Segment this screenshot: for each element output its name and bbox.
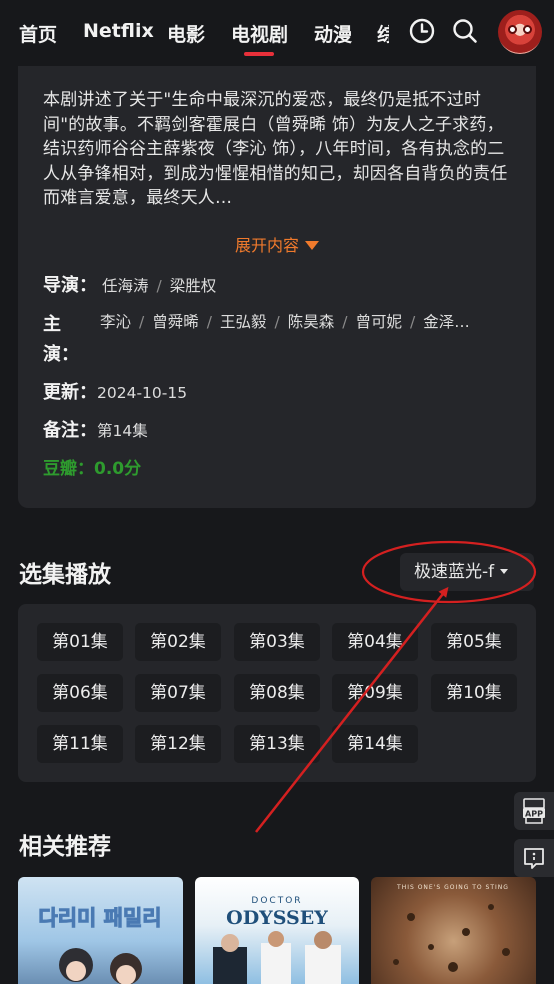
cast-list: 李沁 / 曾舜晞 / 王弘毅 / 陈昊森 / 曾可妮 / 金泽… — [100, 313, 470, 331]
cast-name[interactable]: 陈昊森 — [288, 313, 335, 331]
svg-text:ODYSSEY: ODYSSEY — [226, 907, 328, 929]
search-icon[interactable] — [451, 17, 479, 45]
cast-name[interactable]: 曾可妮 — [356, 313, 403, 331]
poster-art: DOCTOR ODYSSEY — [213, 896, 341, 984]
app-text: APP — [525, 810, 543, 819]
recommend-poster[interactable]: 다리미 패밀리 — [18, 877, 183, 984]
cast-name[interactable]: 李沁 — [100, 313, 131, 331]
poster-art: 다리미 패밀리 — [38, 906, 162, 984]
cast-name[interactable]: 曾舜晞 — [152, 313, 199, 331]
episode-button[interactable]: 第13集 — [234, 725, 320, 763]
message-icon — [524, 848, 544, 869]
updated-row: 更新：2024-10-15 — [43, 378, 187, 404]
user-avatar[interactable] — [498, 10, 542, 54]
director-name[interactable]: 梁胜权 — [170, 277, 217, 295]
episode-button[interactable]: 第05集 — [431, 623, 517, 661]
history-clock-icon[interactable] — [408, 17, 436, 45]
updated-date: 2024-10-15 — [97, 384, 188, 402]
svg-text:DOCTOR: DOCTOR — [251, 896, 302, 906]
updated-label: 更新： — [43, 382, 97, 403]
chevron-down-icon — [500, 569, 509, 574]
app-icon: APP — [523, 798, 545, 824]
expand-label: 展开内容 — [234, 236, 299, 255]
episode-button[interactable]: 第09集 — [332, 674, 418, 712]
nav-tab-home[interactable]: 首页 — [19, 20, 57, 47]
episode-button[interactable]: 第03集 — [234, 623, 320, 661]
director-row: 导演： 任海涛 / 梁胜权 — [43, 275, 217, 296]
episode-button[interactable]: 第10集 — [431, 674, 517, 712]
recommend-poster[interactable]: THIS ONE'S GOING TO STING — [371, 877, 536, 984]
drama-info-card: 本剧讲述了关于"生命中最深沉的爱恋，最终仍是抵不过时间"的故事。不羁剑客霍展白（… — [18, 66, 536, 508]
note-row: 备注：第14集 — [43, 416, 148, 442]
nav-tab-tv-series[interactable]: 电视剧 — [231, 20, 288, 47]
episode-button[interactable]: 第01集 — [37, 623, 123, 661]
douban-label: 豆瓣： — [43, 459, 94, 479]
feedback-button[interactable] — [514, 839, 554, 877]
recommend-section-title: 相关推荐 — [19, 834, 111, 860]
episode-button[interactable]: 第02集 — [135, 623, 221, 661]
poster-art: THIS ONE'S GOING TO STING — [393, 884, 510, 972]
director-label: 导演： — [43, 275, 97, 296]
source-select[interactable]: 极速蓝光-f — [400, 553, 534, 591]
episode-button[interactable]: 第14集 — [332, 725, 418, 763]
episodes-section-title: 选集播放 — [19, 562, 111, 588]
note-value: 第14集 — [97, 422, 148, 440]
app-download-button[interactable]: APP — [514, 792, 554, 830]
episode-button[interactable]: 第04集 — [332, 623, 418, 661]
episode-button[interactable]: 第11集 — [37, 725, 123, 763]
episode-button[interactable]: 第06集 — [37, 674, 123, 712]
nav-tab-movies[interactable]: 电影 — [167, 20, 205, 47]
svg-text:THIS ONE'S GOING TO STING: THIS ONE'S GOING TO STING — [396, 884, 509, 891]
nav-tab-netflix[interactable]: Netflix — [83, 20, 154, 42]
cast-name[interactable]: 金泽… — [423, 313, 470, 331]
episode-button[interactable]: 第08集 — [234, 674, 320, 712]
nav-tab-variety[interactable]: 综 — [377, 20, 389, 47]
director-name[interactable]: 任海涛 — [102, 277, 149, 295]
note-label: 备注： — [43, 420, 97, 441]
cast-name[interactable]: 王弘毅 — [220, 313, 267, 331]
douban-row: 豆瓣：0.0分 — [43, 454, 141, 479]
episode-button[interactable]: 第12集 — [135, 725, 221, 763]
cast-label: 主演： — [43, 314, 79, 365]
episode-button[interactable]: 第07集 — [135, 674, 221, 712]
active-tab-indicator — [244, 52, 274, 56]
douban-score: 0.0分 — [94, 459, 142, 479]
svg-text:다리미 패밀리: 다리미 패밀리 — [38, 906, 161, 930]
episode-list: 第01集 第02集 第03集 第04集 第05集 第06集 第07集 第08集 … — [18, 604, 536, 782]
top-navigation: 首页 Netflix 电影 电视剧 动漫 综 — [0, 0, 554, 66]
expand-content-button[interactable]: 展开内容 — [18, 232, 536, 256]
drama-description: 本剧讲述了关于"生命中最深沉的爱恋，最终仍是抵不过时间"的故事。不羁剑客霍展白（… — [43, 90, 508, 208]
caret-down-icon — [305, 241, 319, 250]
source-label: 极速蓝光-f — [414, 562, 495, 582]
nav-tab-anime[interactable]: 动漫 — [314, 20, 352, 47]
recommend-poster[interactable]: DOCTOR ODYSSEY — [195, 877, 359, 984]
